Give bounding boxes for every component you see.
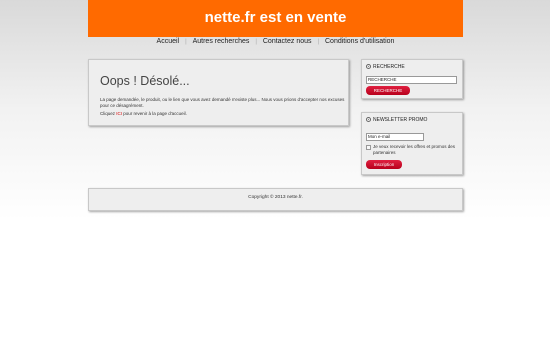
newsletter-panel: NEWSLETTER PROMO Mon e-mail Je veux rece… xyxy=(361,112,463,175)
nav-item-conditions[interactable]: Conditions d'utilisation xyxy=(322,38,397,45)
error-title: Oops ! Désolé... xyxy=(100,74,190,88)
error-panel: Oops ! Désolé... La page demandée, le pr… xyxy=(88,59,349,126)
nav-separator: | xyxy=(255,39,257,45)
nav-separator: | xyxy=(185,39,187,45)
search-heading: RECHERCHE xyxy=(366,64,405,71)
return-prefix: Cliquez xyxy=(100,111,117,116)
return-suffix: pour revenir à la page d'accueil. xyxy=(122,111,187,116)
search-heading-label: RECHERCHE xyxy=(373,64,405,70)
bullet-icon xyxy=(366,117,371,122)
error-message: La page demandée, le produit, ou le lien… xyxy=(100,97,345,109)
copyright-text: Copyright © 2013 nette.fr. xyxy=(248,195,303,200)
newsletter-heading-label: NEWSLETTER PROMO xyxy=(373,117,428,123)
site-title: nette.fr est en vente xyxy=(204,9,347,26)
partner-offers-checkbox[interactable] xyxy=(366,145,371,150)
bullet-icon xyxy=(366,64,371,69)
site-footer: Copyright © 2013 nette.fr. xyxy=(88,188,463,211)
subscribe-button[interactable]: Inscription xyxy=(366,160,402,169)
nav-item-autres-recherches[interactable]: Autres recherches xyxy=(190,38,253,45)
email-field[interactable]: Mon e-mail xyxy=(366,133,424,141)
partner-offers-label: Je veux recevoir les offres et promos de… xyxy=(373,144,455,155)
newsletter-heading: NEWSLETTER PROMO xyxy=(366,117,427,124)
site-header: nette.fr est en vente xyxy=(88,0,463,37)
nav-item-accueil[interactable]: Accueil xyxy=(154,38,183,45)
search-panel: RECHERCHE RECHERCHE RECHERCHE xyxy=(361,59,463,99)
return-line: Cliquez ICI pour revenir à la page d'acc… xyxy=(100,111,345,117)
top-nav: Accueil | Autres recherches | Contactez … xyxy=(88,38,463,50)
search-input[interactable]: RECHERCHE xyxy=(366,76,457,84)
search-button[interactable]: RECHERCHE xyxy=(366,86,410,95)
nav-item-contactez-nous[interactable]: Contactez nous xyxy=(260,38,315,45)
nav-separator: | xyxy=(317,39,320,45)
